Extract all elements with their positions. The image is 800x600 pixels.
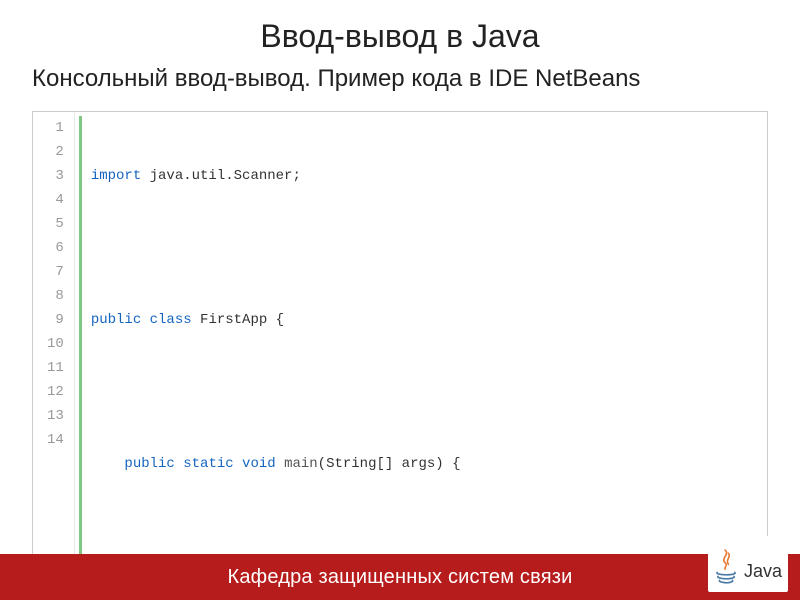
change-bar: [79, 116, 82, 600]
footer-bar: Кафедра защищенных систем связи: [0, 554, 800, 600]
line-number: 12: [47, 380, 64, 404]
line-number: 2: [47, 140, 64, 164]
code-area: import java.util.Scanner; public class F…: [75, 112, 767, 600]
line-number: 4: [47, 188, 64, 212]
java-logo: Java: [708, 536, 788, 592]
code-line: [91, 380, 767, 404]
line-number: 1: [47, 116, 64, 140]
line-number-gutter: 1 2 3 4 5 6 7 8 9 10 11 12 13 14: [33, 112, 75, 600]
line-number: 8: [47, 284, 64, 308]
code-line: import java.util.Scanner;: [91, 164, 767, 188]
code-line: public static void main(String[] args) {: [91, 452, 767, 476]
java-cup-icon: [714, 544, 738, 588]
line-number: 3: [47, 164, 64, 188]
page-title: Ввод-вывод в Java: [28, 18, 772, 55]
code-line: [91, 236, 767, 260]
java-logo-label: Java: [744, 561, 782, 588]
line-number: 14: [47, 428, 64, 452]
line-number: 5: [47, 212, 64, 236]
code-line: public class FirstApp {: [91, 308, 767, 332]
line-number: 9: [47, 308, 64, 332]
line-number: 10: [47, 332, 64, 356]
line-number: 11: [47, 356, 64, 380]
code-editor: 1 2 3 4 5 6 7 8 9 10 11 12 13 14 import …: [32, 111, 768, 600]
line-number: 13: [47, 404, 64, 428]
line-number: 6: [47, 236, 64, 260]
page-subtitle: Консольный ввод-вывод. Пример кода в IDE…: [28, 65, 772, 93]
line-number: 7: [47, 260, 64, 284]
footer-text: Кафедра защищенных систем связи: [228, 566, 573, 589]
code-line: [91, 524, 767, 548]
slide: Ввод-вывод в Java Консольный ввод-вывод.…: [0, 0, 800, 600]
